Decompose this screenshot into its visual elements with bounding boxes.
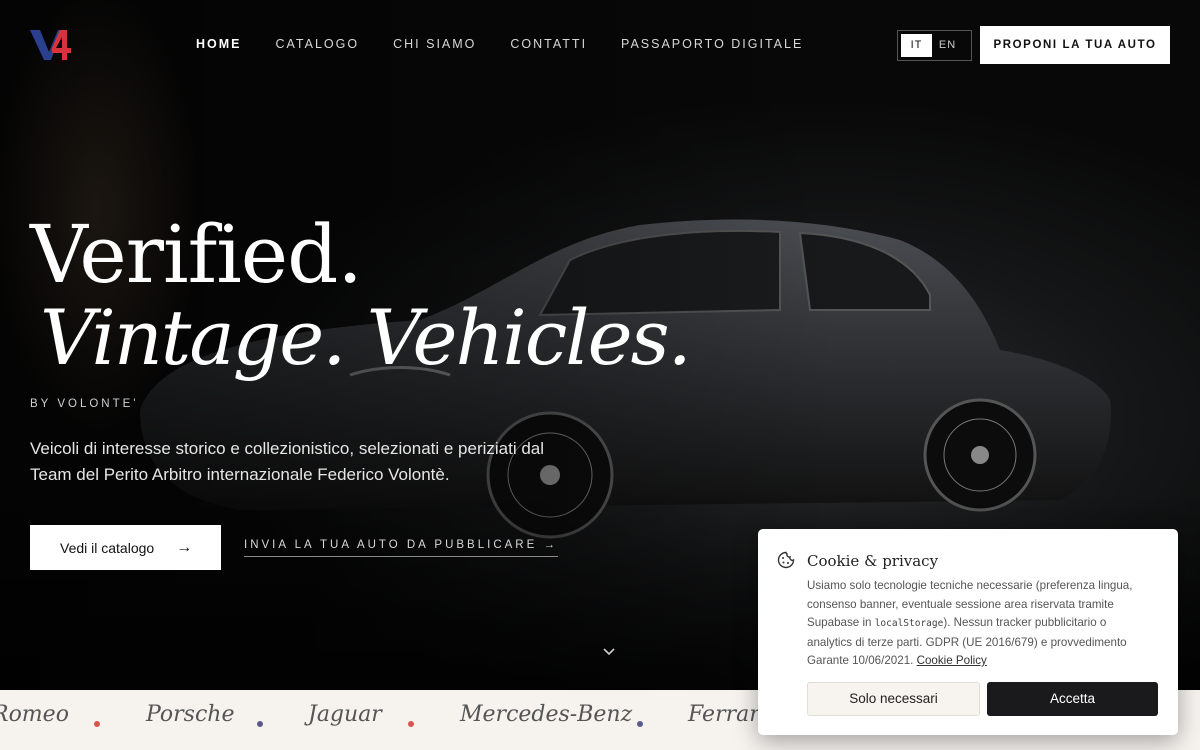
cookie-banner: Cookie & privacy Usiamo solo tecnologie … [758, 529, 1178, 735]
only-necessary-button[interactable]: Solo necessari [807, 682, 980, 716]
nav-home[interactable]: HOME [196, 37, 242, 51]
brand-romeo: Romeo [0, 702, 69, 727]
brand-mercedes-benz: Mercedes-Benz [460, 702, 633, 727]
cookie-icon [777, 551, 795, 569]
view-catalog-label: Vedi il catalogo [60, 539, 155, 556]
headline-verified: Verified. [30, 208, 363, 301]
main-nav: HOME CATALOGO CHI SIAMO CONTATTI PASSAPO… [196, 37, 837, 51]
brand-ferrari: Ferrari [688, 702, 767, 727]
lang-en-button[interactable]: EN [932, 34, 963, 57]
brand-separator [637, 721, 643, 727]
nav-passaporto-digitale[interactable]: PASSAPORTO DIGITALE [621, 37, 803, 51]
cookie-storage-code: localStorage [874, 618, 944, 629]
site-header: HOME CATALOGO CHI SIAMO CONTATTI PASSAPO… [0, 0, 1200, 90]
cookie-text: Usiamo solo tecnologie tecniche necessar… [807, 577, 1152, 671]
nav-catalogo[interactable]: CATALOGO [276, 37, 360, 51]
headline-vintage-vehicles: Vintage. Vehicles. [40, 293, 692, 382]
brand-separator [257, 721, 263, 727]
brand-porsche: Porsche [146, 702, 235, 727]
language-switcher: IT EN [897, 30, 972, 61]
chevron-down-icon[interactable] [602, 646, 616, 658]
arrow-right-icon: → [176, 538, 193, 556]
hero-description: Veicoli di interesse storico e collezion… [30, 439, 545, 484]
lang-it-button[interactable]: IT [901, 34, 932, 57]
send-car-link[interactable]: INVIA LA TUA AUTO DA PUBBLICARE → [244, 539, 558, 557]
brand-separator [408, 721, 414, 727]
byline: BY VOLONTE' [30, 398, 139, 410]
cookie-policy-link[interactable]: Cookie Policy [917, 654, 987, 667]
brand-jaguar: Jaguar [308, 702, 382, 727]
brand-separator [94, 721, 100, 727]
propose-car-button[interactable]: PROPONI LA TUA AUTO [980, 26, 1170, 64]
accept-button[interactable]: Accetta [987, 682, 1158, 716]
nav-contatti[interactable]: CONTATTI [510, 37, 587, 51]
logo[interactable] [30, 28, 72, 62]
view-catalog-button[interactable]: Vedi il catalogo → [30, 525, 221, 570]
cookie-title: Cookie & privacy [807, 552, 939, 570]
nav-chi-siamo[interactable]: CHI SIAMO [393, 37, 476, 51]
